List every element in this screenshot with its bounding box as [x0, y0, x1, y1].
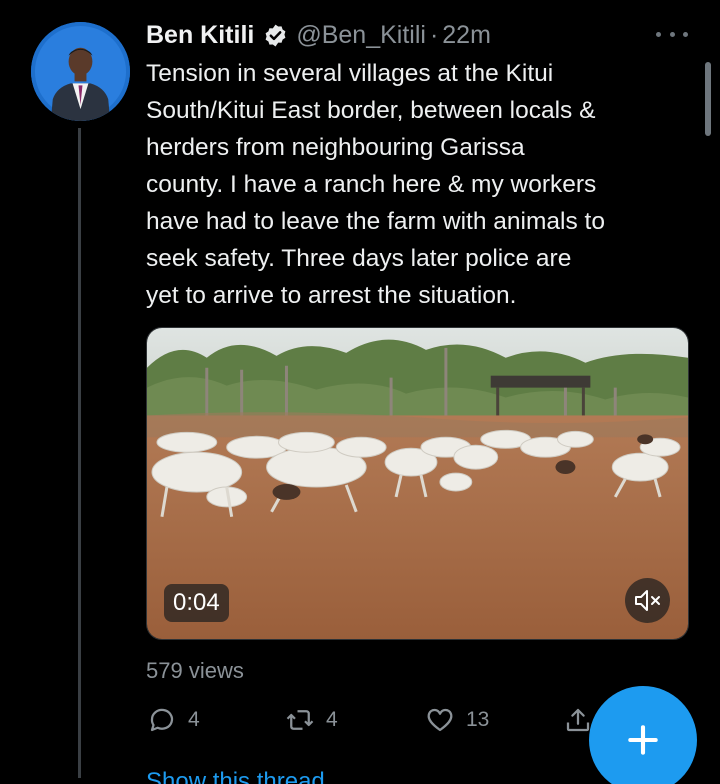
tweet-header: Ben Kitili @Ben_Kitili · 22m: [146, 18, 491, 52]
tweet-text-line: county. I have a ranch here & my workers: [146, 171, 597, 198]
plus-icon: [628, 725, 658, 755]
retweet-button[interactable]: 4: [285, 700, 338, 740]
tweet-text: Tension in several villages at the Kitui…: [146, 55, 701, 314]
thread-connector-line: [78, 128, 81, 778]
like-count: 13: [466, 708, 490, 731]
scrollbar[interactable]: [705, 62, 711, 136]
more-dots-icon[interactable]: [656, 24, 688, 44]
author-handle[interactable]: @Ben_Kitili: [296, 21, 426, 50]
reply-icon: [150, 708, 174, 732]
tweet-text-line: seek safety. Three days later police are: [146, 245, 572, 272]
video-timestamp: 0:04: [164, 584, 229, 622]
author-name[interactable]: Ben Kitili: [146, 21, 254, 50]
volume-muted-icon[interactable]: [625, 578, 670, 623]
tweet-text-line: herders from neighbouring Garissa: [146, 134, 525, 161]
separator-dot: ·: [429, 20, 439, 49]
tweet-text-line: yet to arrive to arrest the situation.: [146, 282, 517, 309]
tweet-text-line: South/Kitui East border, between locals …: [146, 97, 596, 124]
view-count: 579 views: [146, 658, 244, 683]
verified-badge-icon: [263, 23, 288, 48]
retweet-icon: [286, 710, 314, 730]
author-avatar[interactable]: [31, 22, 130, 121]
reply-button[interactable]: 4: [147, 700, 200, 740]
tweet-text-line: have had to leave the farm with animals …: [146, 208, 605, 235]
compose-button[interactable]: [589, 686, 697, 784]
retweet-count: 4: [326, 708, 338, 731]
show-thread-link[interactable]: Show this thread: [146, 768, 325, 784]
reply-count: 4: [188, 708, 200, 731]
heart-icon: [427, 708, 453, 732]
tweet-time[interactable]: 22m: [442, 21, 491, 50]
share-icon: [566, 708, 590, 732]
like-button[interactable]: 13: [425, 700, 489, 740]
tweet-text-line: Tension in several villages at the Kitui: [146, 60, 554, 87]
